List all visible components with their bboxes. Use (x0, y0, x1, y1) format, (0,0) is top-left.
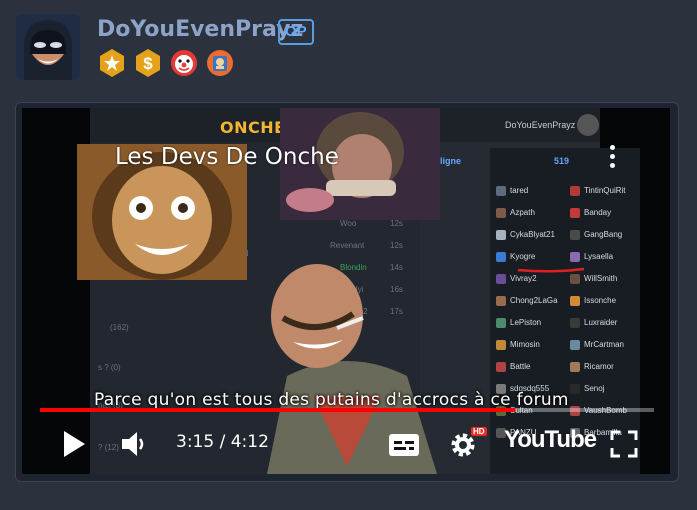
member-name: Azpath (510, 208, 535, 218)
online-label: ligne (440, 156, 462, 166)
clown-badge-icon (171, 50, 197, 76)
svg-text:Woo: Woo (340, 219, 357, 228)
duration: 4:12 (230, 432, 269, 452)
member-name: Issonche (584, 296, 617, 306)
onche-logo: ONCHE (220, 118, 286, 137)
member-name: Banday (584, 208, 612, 218)
member-name: Senoj (584, 384, 605, 394)
member-name: Vivray2 (510, 274, 537, 284)
captions-icon[interactable] (388, 432, 420, 458)
dollar-badge-icon: $ (136, 49, 160, 77)
svg-text:(162): (162) (110, 323, 129, 332)
user-avatar[interactable] (16, 14, 80, 80)
svg-text:12s: 12s (390, 219, 403, 228)
svg-text:12s: 12s (390, 241, 403, 250)
svg-text:s ? (0): s ? (0) (98, 363, 121, 372)
member-name: Ricamor (584, 362, 614, 372)
fullscreen-icon[interactable] (610, 430, 638, 458)
forum-avatar (577, 114, 599, 136)
progress-fill (40, 408, 516, 412)
member-name: tared (510, 186, 529, 196)
member-name: Kyogre (510, 252, 536, 262)
forum-top-user: DoYouEvenPrayz (505, 120, 576, 130)
member-name: Battle (510, 362, 531, 372)
username[interactable]: DoYouEvenPrayz (97, 17, 303, 42)
member-name: Lysaella (584, 252, 614, 262)
member-name: GangBang (584, 230, 623, 240)
member-name: Mimosin (510, 340, 540, 350)
hd-badge: HD (471, 427, 487, 436)
video-title[interactable]: Les Devs De Onche (115, 144, 339, 170)
youtube-logo[interactable]: YouTube (504, 426, 597, 454)
player-controls: 3:15 / 4:12 HD YouTube (22, 418, 670, 474)
svg-text:Revenant: Revenant (330, 241, 365, 250)
op-badge: OP (278, 19, 314, 45)
member-name: WillSmith (584, 274, 618, 284)
member-name: MrCartman (584, 340, 625, 350)
volume-icon[interactable] (120, 430, 148, 458)
online-count: 519 (554, 156, 570, 166)
frame-badge-icon (207, 50, 233, 76)
play-icon[interactable] (62, 430, 86, 458)
more-options-icon[interactable] (610, 145, 616, 169)
progress-bar[interactable] (40, 408, 654, 412)
video-player[interactable]: Woo12s Revenant12s Blondin14s Uyi16s Ino… (22, 108, 670, 474)
member-name: TintinQuiRit (584, 186, 626, 196)
member-name: LePiston (510, 318, 542, 328)
red-underline-mark (517, 267, 585, 273)
video-subtitle: Parce qu'on est tous des putains d'accro… (94, 390, 569, 410)
time-display: 3:15 / 4:12 (176, 432, 269, 452)
time-separator: / (214, 432, 231, 452)
member-name: Chong2LaGa (510, 296, 558, 306)
member-name: CykaBlyat21 (510, 230, 555, 240)
badge-list: $ (97, 48, 235, 78)
member-name: Luxraider (584, 318, 618, 328)
current-time: 3:15 (176, 432, 215, 452)
star-badge-icon (100, 49, 124, 77)
svg-text:$: $ (143, 54, 153, 73)
